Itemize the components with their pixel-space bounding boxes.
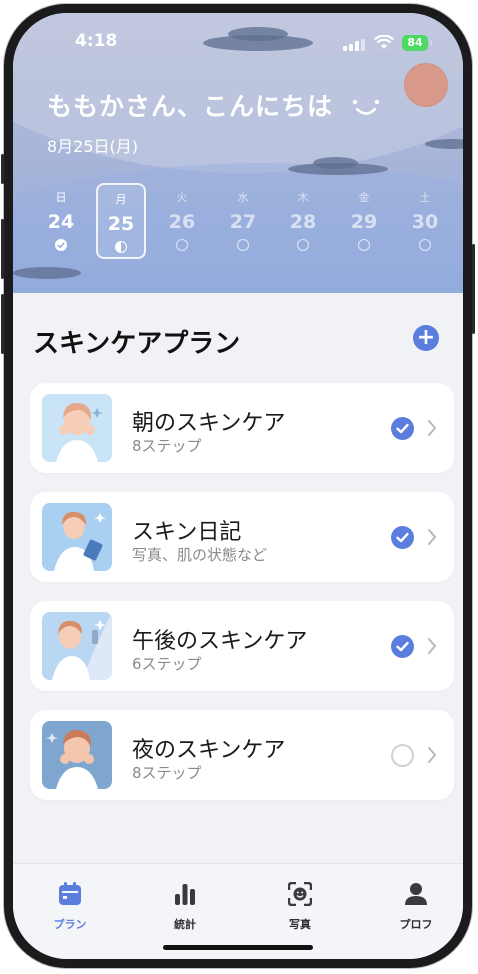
tab-label: 写真 <box>289 918 311 931</box>
tab-photos[interactable]: 写真 <box>260 881 340 932</box>
day-number: 30 <box>411 211 439 233</box>
plan-item-night[interactable]: 夜のスキンケア 8ステップ <box>30 710 454 800</box>
morning-skincare-illustration <box>42 394 112 462</box>
weekday-label: 日 <box>55 191 67 204</box>
plan-item-title: スキン日記 <box>132 520 242 545</box>
bar-chart-icon <box>175 884 195 905</box>
weekday-label: 水 <box>237 191 249 204</box>
day-friday[interactable]: 金 29 <box>339 183 389 259</box>
wifi-icon <box>374 35 394 49</box>
day-wednesday[interactable]: 水 27 <box>218 183 268 259</box>
smile-icon <box>352 99 379 115</box>
plan-item-title: 午後のスキンケア <box>132 629 308 654</box>
plan-item-afternoon[interactable]: 午後のスキンケア 6ステップ <box>30 601 454 691</box>
weekday-label: 木 <box>297 191 309 204</box>
tab-label: プロフ <box>399 918 433 931</box>
greeting-row: ももかさん、こんにちは <box>47 87 383 123</box>
battery-indicator: 84 <box>402 35 428 51</box>
day-number: 25 <box>107 213 135 235</box>
status-time: 4:18 <box>75 31 118 51</box>
cloud-decoration <box>228 27 288 41</box>
day-tuesday[interactable]: 火 26 <box>157 183 207 259</box>
calendar-icon <box>59 882 81 905</box>
chevron-right-icon <box>428 747 437 763</box>
tab-plan[interactable]: プラン <box>30 882 110 932</box>
plan-item-subtitle: 8ステップ <box>132 437 202 455</box>
skin-diary-illustration <box>42 503 112 571</box>
afternoon-skincare-illustration <box>42 612 112 680</box>
plan-item-title: 夜のスキンケア <box>132 738 286 763</box>
empty-circle-icon <box>297 239 309 251</box>
chevron-right-icon <box>428 529 437 545</box>
day-number: 24 <box>47 211 75 233</box>
cellular-signal-icon <box>343 39 365 51</box>
add-plan-button[interactable]: + <box>413 325 439 351</box>
completed-check-icon[interactable] <box>391 417 414 440</box>
person-icon <box>405 883 427 905</box>
day-number: 26 <box>168 211 196 233</box>
completed-check-icon[interactable] <box>391 635 414 658</box>
weekday-label: 金 <box>358 191 370 204</box>
plan-item-morning[interactable]: 朝のスキンケア 8ステップ <box>30 383 454 473</box>
day-sunday[interactable]: 日 24 <box>36 183 86 259</box>
empty-circle-icon <box>419 239 431 251</box>
cloud-decoration <box>313 157 358 169</box>
check-circle-icon <box>55 239 67 251</box>
weekday-label: 月 <box>115 193 127 206</box>
empty-circle-icon <box>358 239 370 251</box>
power-button <box>472 244 475 334</box>
day-number: 28 <box>289 211 317 233</box>
weekday-label: 土 <box>419 191 431 204</box>
volume-up-button <box>1 219 4 279</box>
chevron-right-icon <box>428 638 437 654</box>
empty-circle-icon <box>237 239 249 251</box>
avatar[interactable] <box>404 63 448 107</box>
empty-circle-icon <box>176 239 188 251</box>
plan-item-subtitle: 6ステップ <box>132 655 202 673</box>
day-number: 29 <box>350 211 378 233</box>
plan-item-subtitle: 8ステップ <box>132 764 202 782</box>
silent-switch <box>1 154 4 184</box>
tab-profile[interactable]: プロフ <box>376 882 456 932</box>
incomplete-circle-icon[interactable] <box>391 744 414 767</box>
day-thursday[interactable]: 木 28 <box>278 183 328 259</box>
phone-frame: 4:18 84 ももかさん、こんにちは 8月25日(月) 日 24 月 25 火… <box>1 4 475 968</box>
face-scan-icon <box>287 881 313 907</box>
chevron-right-icon <box>428 420 437 436</box>
tab-label: プラン <box>53 918 87 931</box>
day-saturday[interactable]: 土 30 <box>400 183 450 259</box>
plan-item-skin-diary[interactable]: スキン日記 写真、肌の状態など <box>30 492 454 582</box>
night-skincare-illustration <box>42 721 112 789</box>
tab-stats[interactable]: 統計 <box>145 882 225 932</box>
section-title: スキンケアプラン <box>33 329 241 359</box>
cloud-decoration <box>425 139 463 149</box>
plan-item-title: 朝のスキンケア <box>132 411 286 436</box>
tab-label: 統計 <box>174 918 196 931</box>
half-progress-icon <box>115 241 127 253</box>
day-number: 27 <box>229 211 257 233</box>
greeting-text: ももかさん、こんにちは <box>47 92 334 121</box>
battery-tip <box>430 40 432 46</box>
header-hero: 4:18 84 ももかさん、こんにちは 8月25日(月) 日 24 月 25 火… <box>13 13 463 293</box>
cloud-decoration <box>13 267 81 279</box>
day-monday-selected[interactable]: 月 25 <box>96 183 146 259</box>
plan-item-subtitle: 写真、肌の状態など <box>132 546 268 564</box>
volume-down-button <box>1 294 4 354</box>
home-indicator[interactable] <box>163 945 313 950</box>
app-screen: 4:18 84 ももかさん、こんにちは 8月25日(月) 日 24 月 25 火… <box>13 13 463 959</box>
weekday-label: 火 <box>176 191 188 204</box>
completed-check-icon[interactable] <box>391 526 414 549</box>
current-date: 8月25日(月) <box>47 137 139 156</box>
